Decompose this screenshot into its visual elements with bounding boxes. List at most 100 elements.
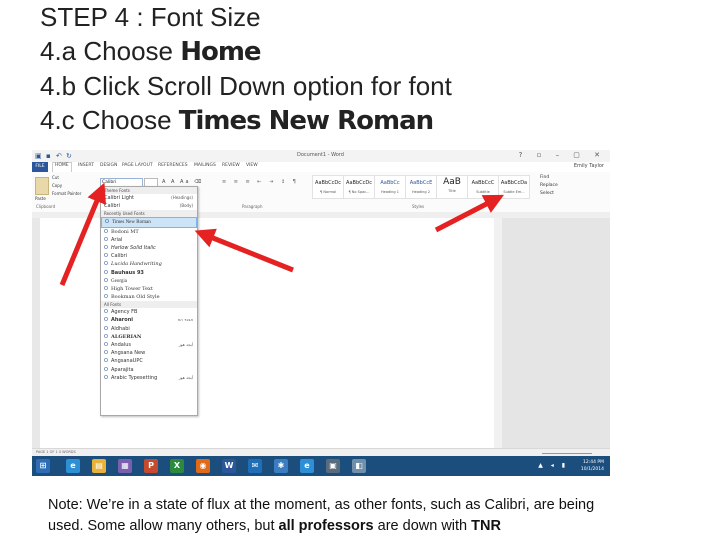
tab-home[interactable]: HOME [52, 162, 72, 172]
style-no-spacing[interactable]: AaBbCcDc ¶ No Spac... [343, 175, 375, 199]
opentype-icon: O [104, 228, 108, 235]
font-option[interactable]: O Andalus أبجد هوز [101, 341, 197, 349]
all-fonts-header: All Fonts [101, 301, 197, 309]
paste-label[interactable]: Paste [35, 196, 46, 201]
opentype-icon: O [104, 253, 108, 260]
ribbon-tabs: FILE HOME INSERT DESIGN PAGE LAYOUT REFE… [32, 162, 610, 172]
window-controls[interactable]: ? ▫ – ▢ ✕ [519, 151, 606, 159]
file-explorer-icon[interactable]: ▤ [92, 459, 106, 473]
replace-button[interactable]: Replace [540, 183, 558, 188]
ie-icon-2[interactable]: e [300, 459, 314, 473]
font-grow-shrink[interactable]: A A Aa ⌫ [162, 179, 203, 185]
opentype-icon: O [104, 277, 108, 284]
paste-icon[interactable] [35, 177, 49, 195]
opentype-icon: O [104, 285, 108, 292]
copy-button[interactable]: Copy [52, 183, 62, 188]
tnr-emphasis: Times New Roman [178, 106, 434, 136]
clipboard-group-label: Clipboard [36, 204, 56, 209]
tab-mailings[interactable]: MAILINGS [194, 163, 216, 168]
vertical-scrollbar[interactable] [494, 218, 502, 448]
step-4b: 4.b Click Scroll Down option for font [40, 71, 452, 101]
powerpoint-icon[interactable]: P [144, 459, 158, 473]
style-title[interactable]: AaB Title [436, 175, 468, 199]
firefox-icon[interactable]: ◉ [196, 459, 210, 473]
tab-insert[interactable]: INSERT [78, 163, 94, 168]
system-tray[interactable]: ▲ ◂ ▮ [538, 462, 568, 469]
font-option[interactable]: O High Tower Text [101, 285, 197, 293]
find-button[interactable]: Find [540, 175, 549, 180]
home-emphasis: Home [180, 37, 261, 67]
font-option[interactable]: O Aldhabi [101, 325, 197, 333]
app-icon-2[interactable]: ▣ [326, 459, 340, 473]
zoom-slider[interactable] [542, 453, 592, 454]
select-button[interactable]: Select [540, 191, 554, 196]
styles-group-label: Styles [412, 204, 425, 209]
font-option[interactable]: O AngsanaUPC [101, 357, 197, 365]
opentype-icon: O [104, 309, 108, 316]
opentype-icon: O [104, 358, 108, 365]
opentype-icon: O [105, 219, 109, 226]
app-icon-3[interactable]: ◧ [352, 459, 366, 473]
save-icon[interactable]: ▪ [46, 152, 51, 160]
font-option[interactable]: O Angsana New [101, 349, 197, 357]
font-option[interactable]: O ALGERIAN [101, 333, 197, 341]
tab-design[interactable]: DESIGN [100, 163, 117, 168]
vertical-ruler [32, 218, 40, 448]
opentype-icon: O [104, 366, 108, 373]
font-option[interactable]: O Bodoni MT [101, 228, 197, 236]
opentype-icon: O [104, 317, 108, 324]
app-icon[interactable]: ▦ [118, 459, 132, 473]
user-name[interactable]: Emily Taylor [574, 163, 604, 169]
word-screenshot: ▣ ▪ ↶ ↻ Document1 - Word ? ▫ – ▢ ✕ FILE … [32, 150, 610, 476]
style-heading-2[interactable]: AaBbCcE Heading 2 [405, 175, 437, 199]
font-option[interactable]: O Georgia [101, 277, 197, 285]
opentype-icon: O [104, 244, 108, 251]
style-subtle-emphasis[interactable]: AaBbCcDa Subtle Em... [498, 175, 530, 199]
font-option[interactable]: O Arial [101, 236, 197, 244]
document-title: Document1 - Word [297, 152, 344, 158]
word-icon[interactable]: W [222, 459, 236, 473]
style-heading-1[interactable]: AaBbCc Heading 1 [374, 175, 406, 199]
opentype-icon: O [104, 236, 108, 243]
step-heading: STEP 4 : Font Size [40, 2, 261, 32]
tab-view[interactable]: VIEW [246, 163, 258, 168]
font-option[interactable]: O Agency FB [101, 308, 197, 316]
opentype-icon: O [104, 333, 108, 340]
clock[interactable]: 12:44 PM 10/1/2014 [581, 459, 604, 473]
font-option[interactable]: O Bookman Old Style [101, 293, 197, 301]
tab-file[interactable]: FILE [32, 162, 48, 172]
font-option[interactable]: Calibri Light (Headings) [101, 194, 197, 202]
font-dropdown[interactable]: Theme Fonts Calibri Light (Headings) Cali… [100, 186, 198, 416]
tab-page-layout[interactable]: PAGE LAYOUT [122, 163, 153, 168]
recent-fonts-header: Recently Used Fonts [101, 210, 197, 218]
tab-references[interactable]: REFERENCES [158, 163, 188, 168]
font-option[interactable]: O Bauhaus 93 [101, 269, 197, 277]
font-option[interactable]: O Aharoni אבגד הוז [101, 316, 197, 324]
internet-explorer-icon[interactable]: e [66, 459, 80, 473]
font-option[interactable]: O Harlow Solid Italic [101, 244, 197, 252]
font-option[interactable]: Calibri (Body) [101, 202, 197, 210]
format-painter-button[interactable]: Format Painter [52, 191, 81, 196]
font-option[interactable]: O Calibri [101, 252, 197, 260]
note-line-1: Note: We’re in a state of flux at the mo… [48, 497, 595, 513]
font-option[interactable]: O Lucida Handwriting [101, 260, 197, 268]
paragraph-buttons[interactable]: ≡ ≡ ≡ ⇤ ⇥ ↕ ¶ [222, 179, 299, 185]
settings-icon[interactable]: ✱ [274, 459, 288, 473]
font-option-times-new-roman[interactable]: O Times New Roman [101, 217, 197, 228]
opentype-icon: O [104, 342, 108, 348]
redo-icon[interactable]: ↻ [66, 152, 72, 160]
opentype-icon: O [104, 325, 108, 332]
tab-review[interactable]: REVIEW [222, 163, 240, 168]
font-option[interactable]: O Arabic Typesetting أبجد هوز [101, 374, 197, 382]
cut-button[interactable]: Cut [52, 175, 59, 180]
excel-icon[interactable]: X [170, 459, 184, 473]
outlook-icon[interactable]: ✉ [248, 459, 262, 473]
footnote: Note: We’re in a state of flux at the mo… [48, 495, 708, 537]
start-button-icon[interactable]: ⊞ [36, 459, 50, 473]
word-logo-icon: ▣ [35, 152, 42, 160]
style-subtitle[interactable]: AaBbCcC Subtitle [467, 175, 499, 199]
style-normal[interactable]: AaBbCcDc ¶ Normal [312, 175, 344, 199]
font-option[interactable]: O Aparajita [101, 366, 197, 374]
undo-icon[interactable]: ↶ [56, 152, 62, 160]
status-text: PAGE 1 OF 1 0 WORDS [36, 450, 76, 454]
